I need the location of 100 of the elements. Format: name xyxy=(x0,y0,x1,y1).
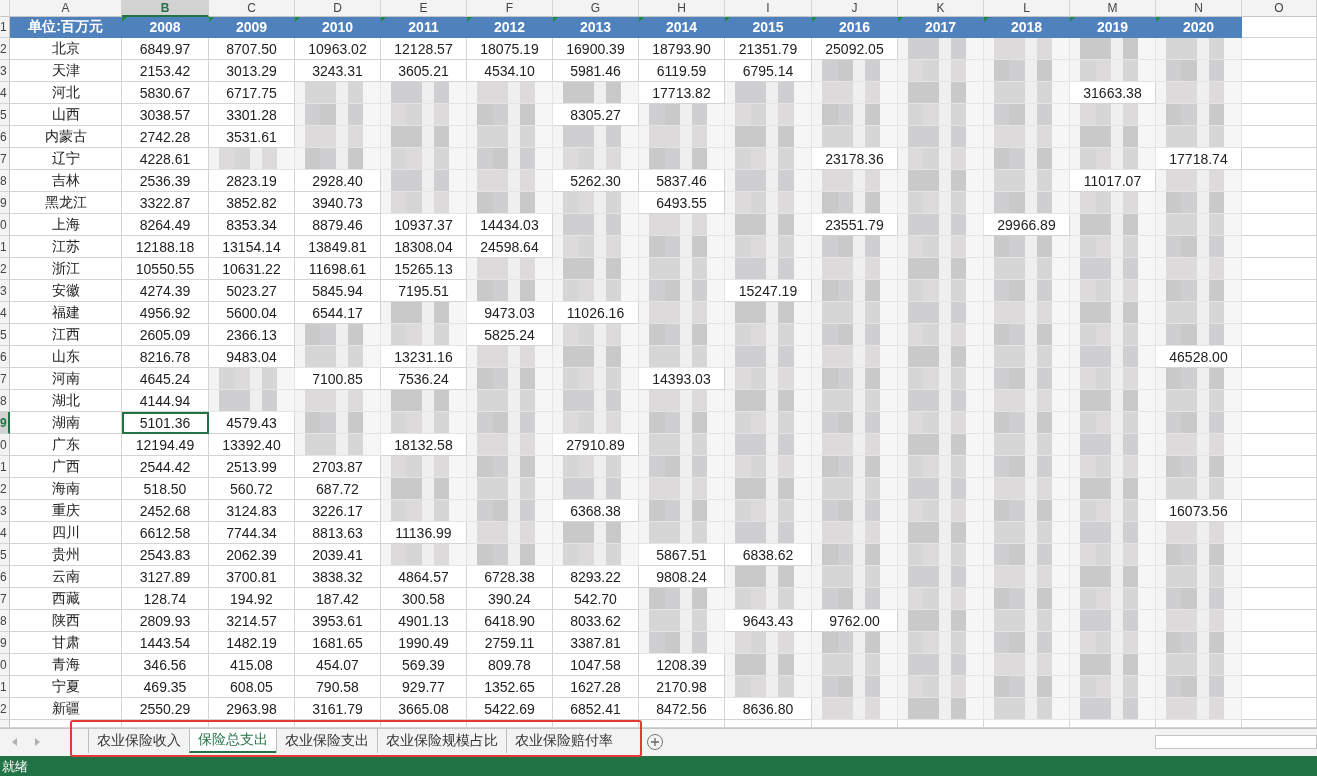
table-cell: 929.77 xyxy=(381,676,467,698)
row-number[interactable]: 1 xyxy=(0,456,10,478)
table-cell: 8879.46 xyxy=(295,214,381,236)
sheet-tab[interactable]: 农业保险支出 xyxy=(276,729,377,753)
column-header[interactable]: A xyxy=(10,0,122,17)
table-cell: 2759.11 xyxy=(467,632,553,654)
table-cell: 6852.41 xyxy=(553,698,639,720)
table-cell: 8707.50 xyxy=(209,38,295,60)
error-indicator-icon xyxy=(812,17,817,22)
row-number[interactable]: 8 xyxy=(0,610,10,632)
table-cell: 10631.22 xyxy=(209,258,295,280)
row-number[interactable]: 0 xyxy=(0,214,10,236)
column-header[interactable]: O xyxy=(1242,0,1317,17)
table-cell: 广东 xyxy=(10,434,122,456)
sheet-tab[interactable]: 农业保险规模占比 xyxy=(377,729,506,753)
column-header[interactable]: J xyxy=(812,0,898,17)
column-header[interactable]: D xyxy=(295,0,381,17)
row-number[interactable]: 9 xyxy=(0,632,10,654)
column-header[interactable]: B xyxy=(122,0,209,17)
column-header[interactable]: F xyxy=(467,0,553,17)
table-cell: 194.92 xyxy=(209,588,295,610)
table-cell: 16900.39 xyxy=(553,38,639,60)
column-header[interactable]: C xyxy=(209,0,295,17)
table-cell: 3127.89 xyxy=(122,566,209,588)
row-number[interactable]: 8 xyxy=(0,170,10,192)
row-number[interactable]: 0 xyxy=(0,434,10,456)
scroll-right-icon[interactable] xyxy=(35,738,40,746)
row-number[interactable]: 5 xyxy=(0,104,10,126)
column-header[interactable]: M xyxy=(1070,0,1156,17)
table-cell: 346.56 xyxy=(122,654,209,676)
table-cell: 3838.32 xyxy=(295,566,381,588)
row-number[interactable]: 5 xyxy=(0,324,10,346)
row-number[interactable]: 6 xyxy=(0,126,10,148)
column-header[interactable]: E xyxy=(381,0,467,17)
table-cell: 8216.78 xyxy=(122,346,209,368)
error-indicator-icon xyxy=(984,17,989,22)
column-header[interactable]: G xyxy=(553,0,639,17)
row-number[interactable]: 7 xyxy=(0,148,10,170)
table-cell: 2809.93 xyxy=(122,610,209,632)
column-header[interactable]: N xyxy=(1156,0,1242,17)
table-cell: 4901.13 xyxy=(381,610,467,632)
table-cell: 陕西 xyxy=(10,610,122,632)
table-cell: 18793.90 xyxy=(639,38,725,60)
table-cell: 1047.58 xyxy=(553,654,639,676)
column-header[interactable]: I xyxy=(725,0,812,17)
row-number[interactable]: 7 xyxy=(0,368,10,390)
table-cell: 甘肃 xyxy=(10,632,122,654)
column-header[interactable]: K xyxy=(898,0,984,17)
plus-icon xyxy=(650,737,660,747)
table-cell: 12188.18 xyxy=(122,236,209,258)
table-cell: 9473.03 xyxy=(467,302,553,324)
row-number[interactable]: 2 xyxy=(0,38,10,60)
row-number[interactable]: 6 xyxy=(0,346,10,368)
table-cell: 2544.42 xyxy=(122,456,209,478)
table-cell: 4274.39 xyxy=(122,280,209,302)
row-number[interactable]: 9 xyxy=(0,192,10,214)
scroll-left-icon[interactable] xyxy=(12,738,17,746)
row-header[interactable] xyxy=(0,720,10,728)
error-indicator-icon xyxy=(553,17,558,22)
table-cell: 518.50 xyxy=(122,478,209,500)
table-cell: 内蒙古 xyxy=(10,126,122,148)
table-cell: 187.42 xyxy=(295,588,381,610)
row-number[interactable]: 4 xyxy=(0,82,10,104)
error-indicator-icon xyxy=(467,17,472,22)
horizontal-scrollbar[interactable] xyxy=(1155,735,1317,749)
table-cell: 5023.27 xyxy=(209,280,295,302)
table-cell: 21351.79 xyxy=(725,38,812,60)
row-number[interactable]: 2 xyxy=(0,478,10,500)
row-number[interactable]: 7 xyxy=(0,588,10,610)
column-header[interactable]: L xyxy=(984,0,1070,17)
select-all-corner[interactable] xyxy=(0,0,10,17)
table-cell: 128.74 xyxy=(122,588,209,610)
error-indicator-icon xyxy=(639,17,644,22)
row-number[interactable]: 4 xyxy=(0,302,10,324)
table-cell: 8813.63 xyxy=(295,522,381,544)
header-cell: 2019 xyxy=(1070,17,1156,38)
row-number[interactable]: 3 xyxy=(0,280,10,302)
table-cell: 福建 xyxy=(10,302,122,324)
row-number[interactable]: 3 xyxy=(0,500,10,522)
row-number[interactable]: 1 xyxy=(0,676,10,698)
table-cell: 5101.36 xyxy=(122,412,209,434)
row-number[interactable]: 5 xyxy=(0,544,10,566)
table-cell: 608.05 xyxy=(209,676,295,698)
row-number[interactable]: 4 xyxy=(0,522,10,544)
header-cell: 2017 xyxy=(898,17,984,38)
error-indicator-icon xyxy=(122,17,127,22)
sheet-tab[interactable]: 农业保险赔付率 xyxy=(506,729,621,753)
table-cell: 5830.67 xyxy=(122,82,209,104)
column-header[interactable]: H xyxy=(639,0,725,17)
row-number[interactable]: 8 xyxy=(0,390,10,412)
table-cell: 560.72 xyxy=(209,478,295,500)
row-number[interactable]: 3 xyxy=(0,60,10,82)
row-number[interactable]: 2 xyxy=(0,698,10,720)
row-number[interactable]: 2 xyxy=(0,258,10,280)
header-cell: 2010 xyxy=(295,17,381,38)
sheet-tab[interactable]: 保险总支出 xyxy=(189,729,276,753)
table-cell: 10937.37 xyxy=(381,214,467,236)
row-number[interactable]: 0 xyxy=(0,654,10,676)
row-number[interactable]: 6 xyxy=(0,566,10,588)
row-number[interactable]: 1 xyxy=(0,236,10,258)
